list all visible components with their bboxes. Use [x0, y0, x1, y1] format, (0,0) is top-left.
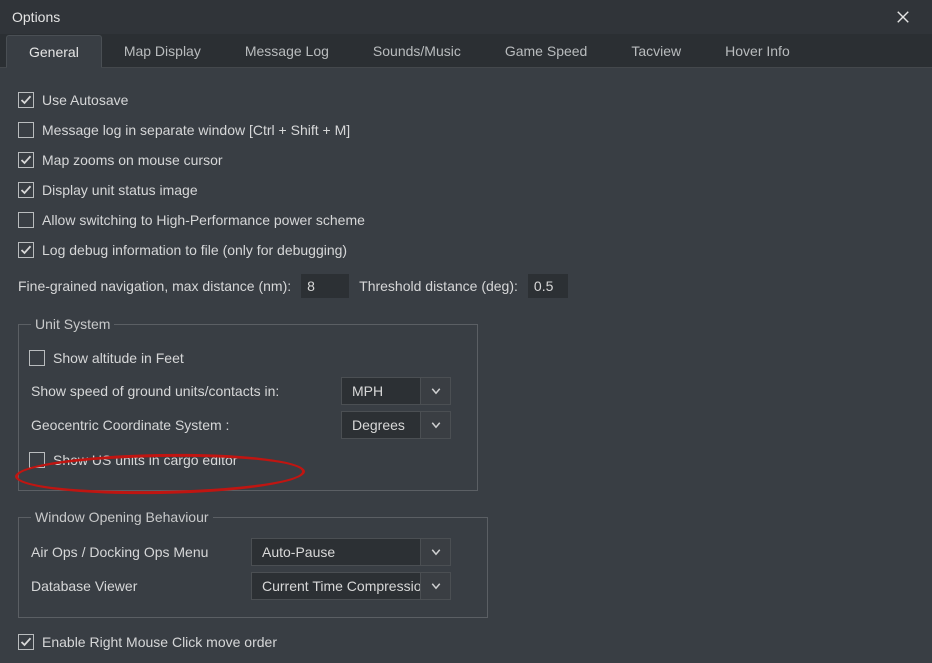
- label-map-zoom-cursor: Map zooms on mouse cursor: [42, 152, 223, 168]
- label-log-debug: Log debug information to file (only for …: [42, 242, 347, 258]
- window-title: Options: [12, 9, 886, 25]
- select-speed-units-button[interactable]: [420, 378, 450, 404]
- checkbox-altitude-feet[interactable]: [29, 350, 45, 366]
- select-speed-units[interactable]: MPH: [341, 377, 451, 405]
- fieldset-unit-system: Unit System Show altitude in Feet Show s…: [18, 316, 478, 491]
- nav-distance-label: Fine-grained navigation, max distance (n…: [18, 278, 291, 294]
- tab-tacview[interactable]: Tacview: [609, 34, 703, 67]
- label-database-viewer: Database Viewer: [31, 578, 251, 594]
- tabstrip: General Map Display Message Log Sounds/M…: [0, 34, 932, 68]
- checkbox-autosave[interactable]: [18, 92, 34, 108]
- label-autosave: Use Autosave: [42, 92, 128, 108]
- tab-general[interactable]: General: [6, 35, 102, 68]
- threshold-distance-label: Threshold distance (deg):: [359, 278, 518, 294]
- label-airops-menu: Air Ops / Docking Ops Menu: [31, 544, 251, 560]
- titlebar: Options: [0, 0, 932, 34]
- label-high-perf: Allow switching to High-Performance powe…: [42, 212, 365, 228]
- tab-hover-info[interactable]: Hover Info: [703, 34, 812, 67]
- threshold-distance-input[interactable]: [528, 274, 568, 298]
- label-us-units-cargo: Show US units in cargo editor: [53, 452, 237, 468]
- select-coord-system[interactable]: Degrees: [341, 411, 451, 439]
- label-altitude-feet: Show altitude in Feet: [53, 350, 184, 366]
- label-msglog-window: Message log in separate window [Ctrl + S…: [42, 122, 350, 138]
- checkbox-display-unit-status[interactable]: [18, 182, 34, 198]
- label-display-unit-status: Display unit status image: [42, 182, 198, 198]
- label-coord-system: Geocentric Coordinate System :: [31, 417, 341, 433]
- checkbox-log-debug[interactable]: [18, 242, 34, 258]
- chevron-down-icon: [430, 419, 442, 431]
- legend-window-behaviour: Window Opening Behaviour: [31, 509, 213, 525]
- label-enable-rmc: Enable Right Mouse Click move order: [42, 634, 277, 650]
- select-airops-menu-button[interactable]: [420, 539, 450, 565]
- legend-unit-system: Unit System: [31, 316, 114, 332]
- tab-sounds-music[interactable]: Sounds/Music: [351, 34, 483, 67]
- checkbox-map-zoom-cursor[interactable]: [18, 152, 34, 168]
- chevron-down-icon: [430, 580, 442, 592]
- select-database-viewer-button[interactable]: [420, 573, 450, 599]
- nav-distance-input[interactable]: [301, 274, 349, 298]
- select-airops-menu[interactable]: Auto-Pause: [251, 538, 451, 566]
- fieldset-window-behaviour: Window Opening Behaviour Air Ops / Docki…: [18, 509, 488, 618]
- select-database-viewer-value: Current Time Compressio: [252, 573, 420, 599]
- checkbox-enable-rmc[interactable]: [18, 634, 34, 650]
- close-icon: [896, 10, 910, 24]
- chevron-down-icon: [430, 546, 442, 558]
- label-speed-units: Show speed of ground units/contacts in:: [31, 383, 341, 399]
- select-airops-menu-value: Auto-Pause: [252, 539, 420, 565]
- select-speed-units-value: MPH: [342, 378, 420, 404]
- checkbox-us-units-cargo[interactable]: [29, 452, 45, 468]
- tab-message-log[interactable]: Message Log: [223, 34, 351, 67]
- select-coord-system-button[interactable]: [420, 412, 450, 438]
- tab-map-display[interactable]: Map Display: [102, 34, 223, 67]
- close-button[interactable]: [886, 0, 920, 34]
- tab-game-speed[interactable]: Game Speed: [483, 34, 610, 67]
- select-coord-system-value: Degrees: [342, 412, 420, 438]
- select-database-viewer[interactable]: Current Time Compressio: [251, 572, 451, 600]
- options-dialog: Options General Map Display Message Log …: [0, 0, 932, 663]
- chevron-down-icon: [430, 385, 442, 397]
- tab-content-general: Use Autosave Message log in separate win…: [0, 68, 932, 663]
- checkbox-msglog-window[interactable]: [18, 122, 34, 138]
- checkbox-high-perf[interactable]: [18, 212, 34, 228]
